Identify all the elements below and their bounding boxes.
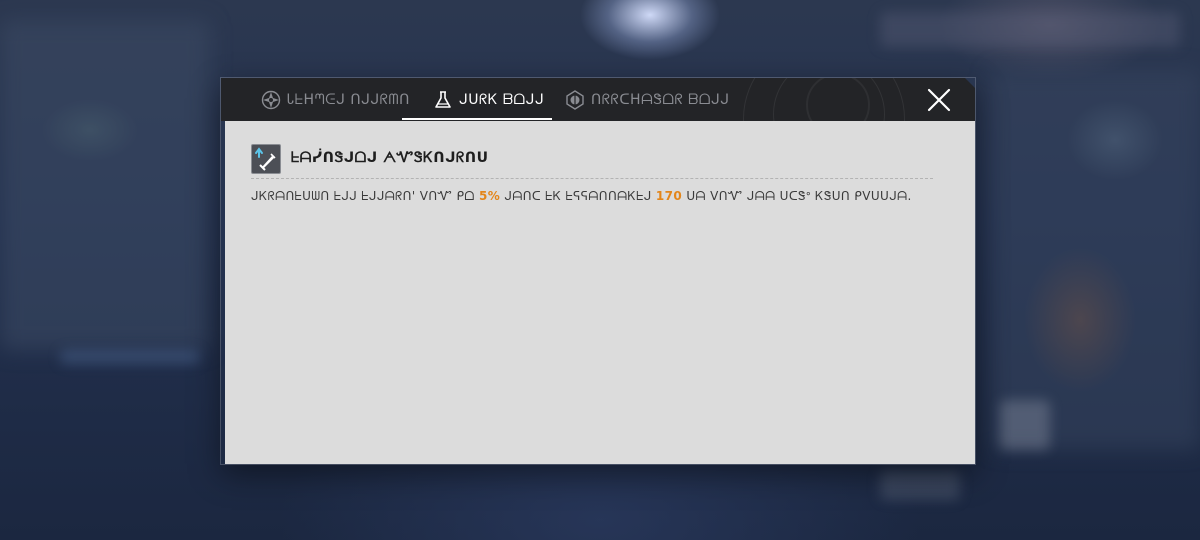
tab-second[interactable]: ᒍᑌᖇᏦ ᗷᗝᒍᒍ — [433, 78, 544, 121]
info-dialog: Ꮣᖶᕼᘉᕮᒍ ᑎᒍᒍᖇᗰᑎ ᒍᑌᖇᏦ ᗷᗝᒍᒍ ᑎᖇᖇᑕᕼᗩᏕᗝᖇ ᗷᗝᒍᒍ ᖶ… — [221, 78, 975, 464]
tab-label: ᒍᑌᖇᏦ ᗷᗝᒍᒍ — [459, 91, 545, 108]
section-title: ᖶᗩᓰᑎᏕᒍᗝᒍ ᗅᏉᏕᏦᑎᒍᖇᑎᑌ — [291, 150, 489, 166]
tab-label: ᑎᖇᖇᑕᕼᗩᏕᗝᖇ ᗷᗝᒍᒍ — [591, 91, 730, 108]
tab-first[interactable]: Ꮣᖶᕼᘉᕮᒍ ᑎᒍᒍᖇᗰᑎ — [261, 78, 410, 121]
description-text: ᑌᗩ ᐯᑎᏉ ᒍᗩᗩ ᑌᑕᏕᐤ ᏦᏕᑌᑎ ᑭᐯᑌᑌᒍᗩ. — [682, 189, 912, 203]
flask-icon — [433, 90, 453, 110]
close-icon — [925, 86, 953, 114]
highlight-value: 5% — [479, 189, 501, 203]
active-tab-indicator — [402, 118, 552, 120]
orb-emblem-icon — [565, 90, 585, 110]
compass-star-icon — [261, 90, 281, 110]
background-panel-left — [0, 20, 210, 350]
background-panel-right — [990, 70, 1200, 450]
tab-bar: Ꮣᖶᕼᘉᕮᒍ ᑎᒍᒍᖇᗰᑎ ᒍᑌᖇᏦ ᗷᗝᒍᒍ ᑎᖇᖇᑕᕼᗩᏕᗝᖇ ᗷᗝᒍᒍ — [221, 78, 975, 121]
background-bar-bottom — [880, 470, 960, 500]
tab-label: Ꮣᖶᕼᘉᕮᒍ ᑎᒍᒍᖇᗰᑎ — [287, 91, 410, 108]
highlight-value: 170 — [655, 189, 683, 203]
upgrade-sword-icon — [251, 144, 281, 174]
close-button[interactable] — [925, 86, 953, 114]
tabbar-ornament — [806, 78, 870, 121]
background-bar-top-right — [880, 12, 1180, 47]
content-panel: ᖶᗩᓰᑎᏕᒍᗝᒍ ᗅᏉᏕᏦᑎᒍᖇᑎᑌ ᒍᏦᖇᗩᑎᖶᑌᗯᑎ ᖶᒍᒍ ᖶᒍᒍᗩᖇᑎ'… — [225, 121, 975, 464]
description-text: ᒍᗩᑎᑕ ᖶᏦ ᖶᕋᕋᗩᑎᑎᗩᏦᖶᒍ — [500, 189, 656, 203]
tab-third[interactable]: ᑎᖇᖇᑕᕼᗩᏕᗝᖇ ᗷᗝᒍᒍ — [565, 78, 730, 121]
background-bar-left — [60, 350, 200, 364]
effect-description: ᒍᏦᖇᗩᑎᖶᑌᗯᑎ ᖶᒍᒍ ᖶᒍᒍᗩᖇᑎ' ᐯᑎᏉ ᑭᗝ 5% ᒍᗩᑎᑕ ᖶᏦ … — [251, 189, 951, 204]
description-text: ᒍᏦᖇᗩᑎᖶᑌᗯᑎ ᖶᒍᒍ ᖶᒍᒍᗩᖇᑎ' ᐯᑎᏉ ᑭᗝ — [251, 189, 479, 203]
background-badge-right — [1000, 400, 1050, 450]
section-header: ᖶᗩᓰᑎᏕᒍᗝᒍ ᗅᏉᏕᏦᑎᒍᖇᑎᑌ — [251, 144, 933, 179]
